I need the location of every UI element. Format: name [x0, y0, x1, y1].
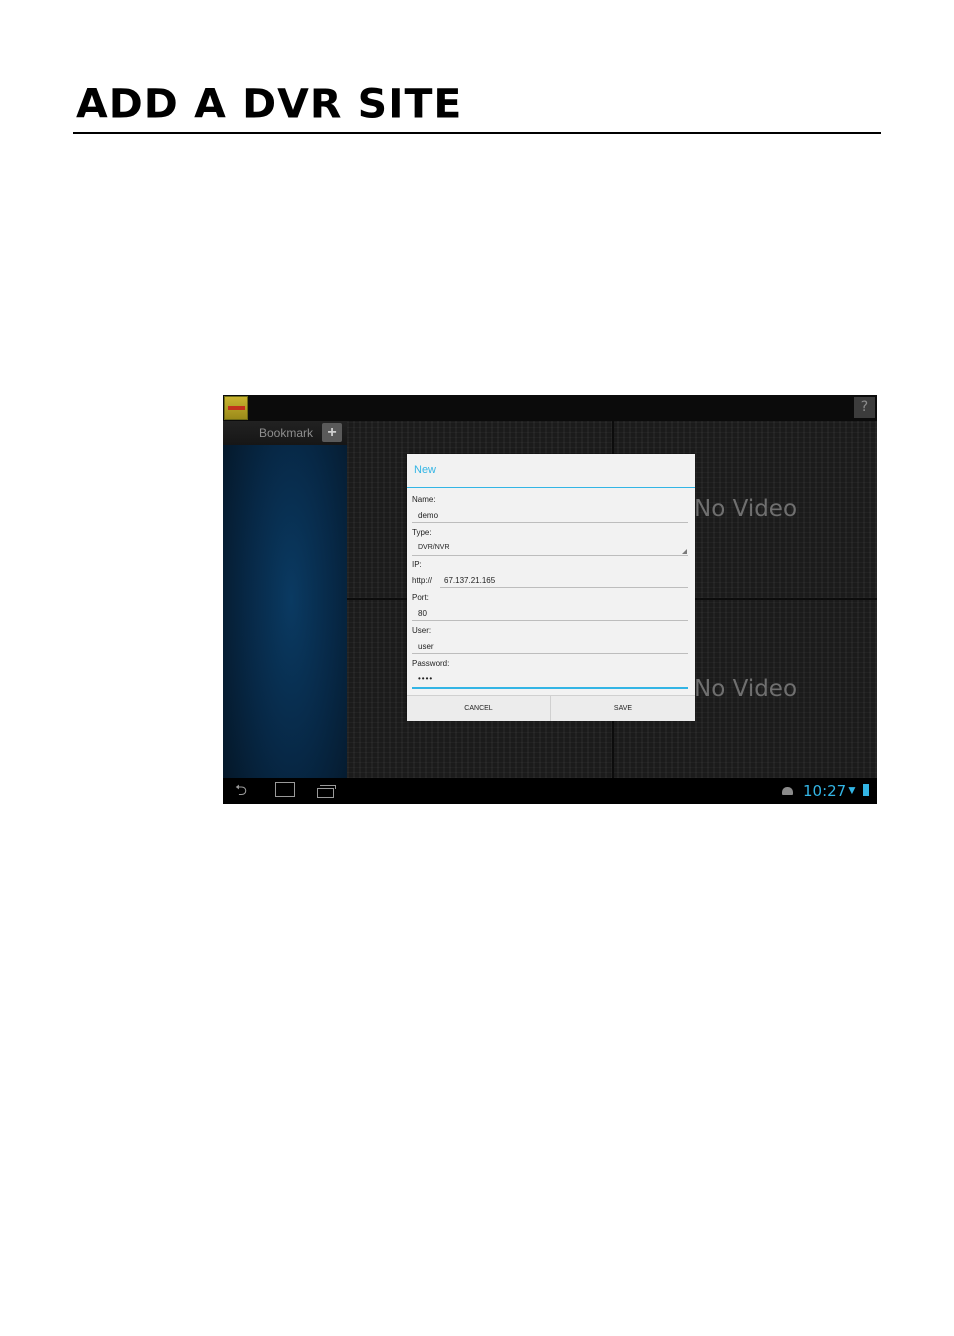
plus-icon: + — [327, 424, 337, 441]
recent-apps-icon[interactable] — [317, 785, 336, 798]
user-label: User: — [412, 626, 432, 635]
status-clock: 10:27 — [803, 782, 847, 800]
bookmark-sidebar: Bookmark + — [223, 421, 347, 778]
add-bookmark-button[interactable]: + — [322, 423, 342, 442]
system-nav-bar: ⮌ 10:27 ▼ — [223, 778, 877, 804]
video-tile-status: No Video — [694, 496, 798, 522]
sidebar-header: Bookmark + — [223, 421, 347, 445]
type-select[interactable]: DVR/NVR — [418, 544, 450, 551]
name-label: Name: — [412, 495, 436, 504]
android-icon — [782, 787, 793, 795]
new-site-dialog: New Name: demo Type: DVR/NVR IP: http://… — [407, 454, 695, 721]
help-button[interactable]: ? — [854, 397, 875, 418]
video-tile-status: No Video — [694, 676, 798, 702]
port-field[interactable]: 80 — [418, 609, 427, 618]
dialog-title: New — [414, 464, 437, 476]
name-field[interactable]: demo — [418, 511, 438, 520]
type-select-underline — [412, 555, 688, 556]
battery-icon — [863, 784, 869, 796]
ip-field[interactable]: 67.137.21.165 — [444, 576, 495, 585]
app-logo-icon[interactable] — [224, 396, 248, 420]
home-icon[interactable] — [275, 782, 295, 797]
ip-protocol-prefix: http:// — [412, 576, 433, 585]
password-label: Password: — [412, 659, 450, 668]
name-field-underline — [412, 522, 688, 523]
dialog-button-row: CANCEL SAVE — [407, 695, 695, 721]
cancel-button[interactable]: CANCEL — [407, 696, 551, 721]
user-field-underline — [412, 653, 688, 654]
ip-field-underline — [440, 587, 688, 588]
dropdown-corner-icon — [682, 549, 687, 554]
port-label: Port: — [412, 593, 429, 602]
heading-divider — [73, 132, 881, 134]
user-field[interactable]: user — [418, 642, 434, 651]
app-screenshot: ? Bookmark + No Video No Video New Name:… — [223, 395, 877, 804]
save-button[interactable]: SAVE — [551, 696, 695, 721]
wifi-icon: ▼ — [846, 783, 858, 797]
back-icon[interactable]: ⮌ — [235, 783, 247, 798]
app-top-bar: ? — [223, 395, 877, 421]
page-title: ADD A DVR SITE — [76, 80, 463, 128]
port-field-underline — [412, 620, 688, 621]
type-label: Type: — [412, 528, 432, 537]
password-field[interactable]: •••• — [418, 674, 433, 683]
dialog-title-divider — [407, 487, 695, 488]
bookmark-label: Bookmark — [259, 426, 314, 440]
ip-label: IP: — [412, 560, 422, 569]
password-field-underline — [412, 687, 688, 689]
